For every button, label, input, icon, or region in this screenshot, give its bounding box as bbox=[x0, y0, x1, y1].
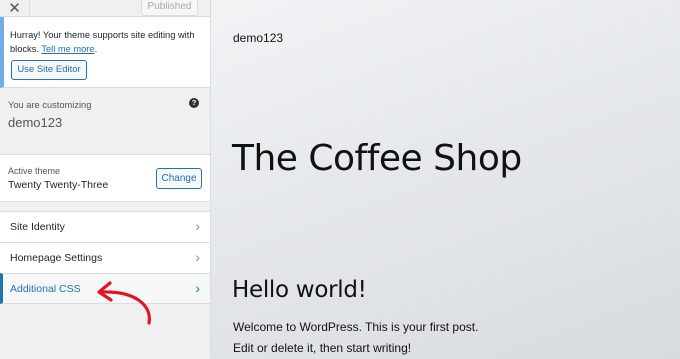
panel-label: Homepage Settings bbox=[10, 252, 103, 264]
panel-label: Site Identity bbox=[10, 221, 65, 233]
chevron-right-icon: › bbox=[195, 218, 200, 234]
customizing-site-name: demo123 bbox=[8, 115, 63, 130]
customizer-sidebar: ✕ Published Hurray! Your theme supports … bbox=[0, 0, 211, 359]
red-arrow-annotation bbox=[97, 281, 151, 325]
preview-site-name[interactable]: demo123 bbox=[233, 31, 283, 45]
active-theme-label: Active theme bbox=[8, 166, 61, 176]
notice-text: Hurray! Your theme supports site editing… bbox=[10, 30, 195, 54]
chevron-right-icon: › bbox=[195, 249, 200, 265]
site-editor-notice: Hurray! Your theme supports site editing… bbox=[0, 17, 210, 88]
help-icon[interactable]: ? bbox=[189, 98, 199, 108]
customizing-info: You are customizing demo123 ? bbox=[0, 88, 210, 144]
preview-site-title: The Coffee Shop bbox=[232, 138, 522, 179]
notice-period: . bbox=[94, 44, 98, 54]
preview-post-title[interactable]: Hello world! bbox=[232, 277, 367, 303]
use-site-editor-button[interactable]: Use Site Editor bbox=[11, 60, 87, 80]
notice-message: Hurray! Your theme supports site editing… bbox=[10, 28, 206, 56]
change-theme-button[interactable]: Change bbox=[156, 168, 202, 189]
customizing-label: You are customizing bbox=[8, 100, 92, 110]
site-preview: demo123 The Coffee Shop Hello world! Wel… bbox=[211, 0, 680, 359]
active-theme-section: Active theme Twenty Twenty-Three Change bbox=[0, 154, 210, 202]
panel-site-identity[interactable]: Site Identity › bbox=[0, 211, 210, 242]
panel-label: Additional CSS bbox=[10, 283, 81, 295]
active-theme-name: Twenty Twenty-Three bbox=[8, 179, 109, 191]
chevron-right-icon: › bbox=[195, 280, 200, 296]
customizer-header: ✕ Published bbox=[0, 0, 210, 17]
close-icon[interactable]: ✕ bbox=[0, 0, 30, 17]
panel-homepage-settings[interactable]: Homepage Settings › bbox=[0, 242, 210, 273]
tell-me-more-link[interactable]: Tell me more bbox=[41, 44, 94, 54]
preview-post-text: Welcome to WordPress. This is your first… bbox=[233, 320, 479, 334]
preview-post-text: Edit or delete it, then start writing! bbox=[233, 341, 412, 355]
published-button[interactable]: Published bbox=[141, 0, 198, 16]
